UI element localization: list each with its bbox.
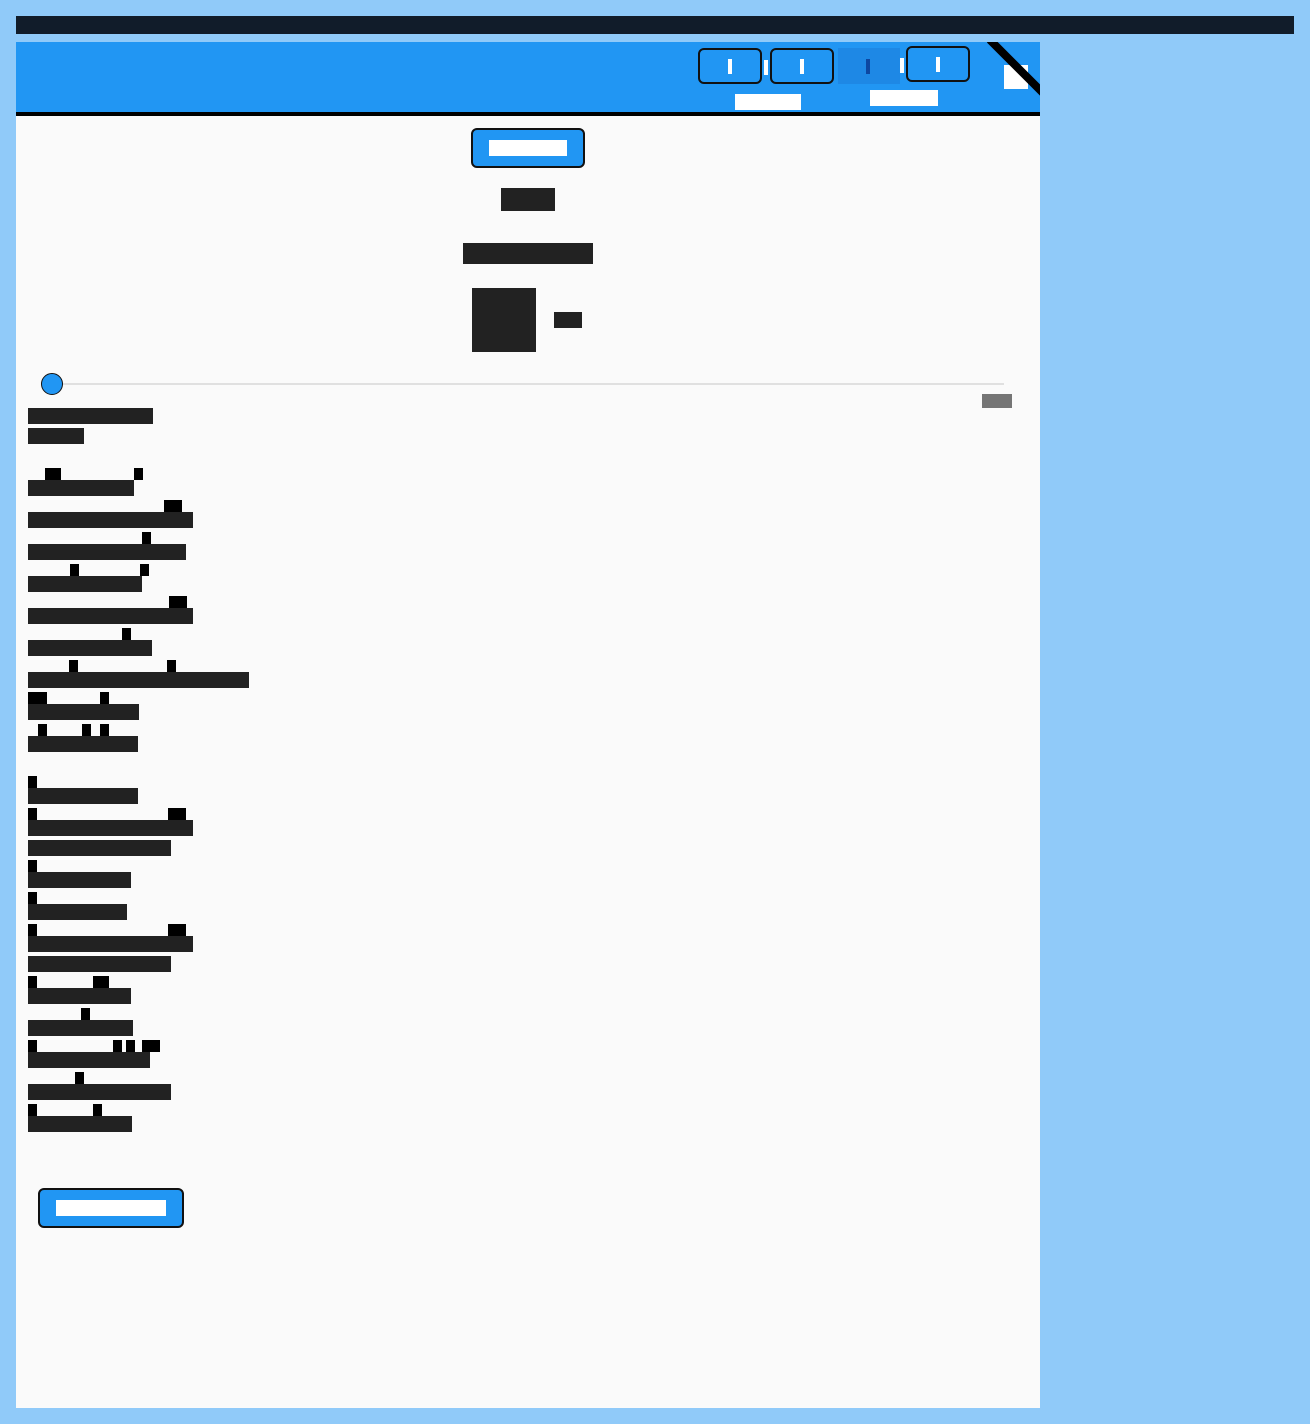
- avatar: [472, 288, 536, 352]
- mark: [28, 776, 37, 788]
- mark: [169, 596, 187, 608]
- mark: [168, 924, 186, 936]
- divider-tick: [900, 58, 904, 73]
- mark: [82, 724, 91, 736]
- list-item: [28, 736, 138, 752]
- mark: [140, 564, 149, 576]
- top-action-button-label: [489, 140, 567, 156]
- list-item: [28, 1084, 171, 1100]
- mark: [167, 660, 176, 672]
- slider-track[interactable]: [56, 383, 1004, 385]
- list-item: [28, 512, 193, 528]
- mark: [38, 724, 47, 736]
- mark: [28, 976, 37, 988]
- list-item: [28, 936, 193, 952]
- mark: [28, 1104, 37, 1116]
- list-item: [28, 956, 171, 972]
- header-button-2-icon: [800, 58, 804, 74]
- list-item: [28, 820, 193, 836]
- mark: [142, 1040, 160, 1052]
- mark: [28, 892, 37, 904]
- list-item: [28, 1020, 133, 1036]
- list-item: [28, 872, 131, 888]
- list-item: [28, 988, 131, 1004]
- app-header: [16, 42, 1040, 116]
- mark: [93, 1104, 102, 1116]
- list-item: [28, 480, 134, 496]
- mark: [122, 628, 131, 640]
- mark: [81, 1008, 90, 1020]
- header-button-3[interactable]: [906, 46, 970, 82]
- mark: [70, 564, 79, 576]
- mark: [28, 1040, 37, 1052]
- header-label-2: [870, 90, 938, 106]
- header-button-1[interactable]: [698, 48, 762, 84]
- app-window: [16, 42, 1040, 1408]
- top-action-button[interactable]: [471, 128, 585, 168]
- tab-icon: [866, 59, 870, 74]
- page-title: [501, 188, 555, 211]
- mark: [164, 500, 182, 512]
- mark: [69, 660, 78, 672]
- list-item: [28, 608, 193, 624]
- list-item: [28, 672, 249, 688]
- header-button-2[interactable]: [770, 48, 834, 84]
- mark: [45, 468, 61, 480]
- mark: [28, 692, 47, 704]
- header-button-1-icon: [728, 58, 732, 74]
- summary-line-2: [28, 428, 84, 444]
- window-titlebar: [16, 16, 1294, 34]
- list-item: [28, 576, 142, 592]
- mark: [28, 808, 37, 820]
- list-item: [28, 640, 152, 656]
- list-item: [28, 1052, 150, 1068]
- slider-value: [982, 394, 1012, 408]
- bottom-action-button-label: [56, 1200, 166, 1216]
- header-tab-inactive[interactable]: [838, 48, 900, 84]
- mark: [28, 860, 37, 872]
- mark: [168, 808, 186, 820]
- list-item: [28, 904, 127, 920]
- list-item: [28, 840, 171, 856]
- avatar-caption: [554, 312, 582, 328]
- list-item: [28, 788, 138, 804]
- summary-line-1: [28, 408, 153, 424]
- divider-tick: [764, 60, 768, 75]
- mark: [126, 1040, 135, 1052]
- header-button-3-icon: [936, 56, 940, 72]
- header-label-1: [735, 94, 801, 110]
- mark: [134, 468, 143, 480]
- slider-thumb[interactable]: [41, 373, 63, 395]
- page-subtitle: [463, 243, 593, 264]
- list-item: [28, 1116, 132, 1132]
- bottom-action-button[interactable]: [38, 1188, 184, 1228]
- mark: [75, 1072, 84, 1084]
- mark: [93, 976, 109, 988]
- mark: [113, 1040, 122, 1052]
- mark: [100, 692, 109, 704]
- list-item: [28, 704, 139, 720]
- mark: [142, 532, 151, 544]
- mark: [100, 724, 109, 736]
- corner-ribbon: [984, 42, 1040, 98]
- mark: [28, 924, 37, 936]
- corner-band: [986, 42, 1040, 98]
- list-item: [28, 544, 186, 560]
